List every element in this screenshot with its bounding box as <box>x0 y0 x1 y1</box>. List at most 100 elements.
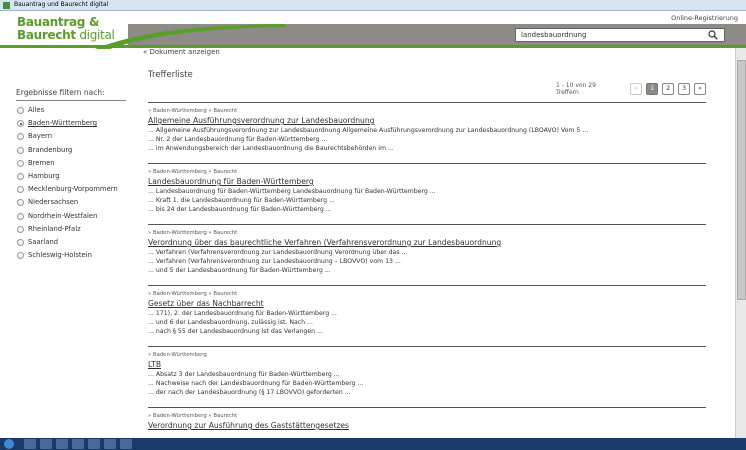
breadcrumb-item[interactable]: Baurecht <box>213 230 237 236</box>
taskbar-app-icon[interactable] <box>40 439 52 449</box>
search-input[interactable] <box>516 29 696 41</box>
radio-button[interactable] <box>17 159 24 167</box>
last-page-button[interactable]: » <box>694 82 707 95</box>
app-icon <box>3 2 10 9</box>
taskbar-app-icon[interactable] <box>24 439 36 449</box>
breadcrumb-item[interactable]: Baden-Württemberg <box>153 108 207 114</box>
filter-option-label: Brandenburg <box>28 145 73 154</box>
breadcrumb-item[interactable]: Baurecht <box>213 413 237 419</box>
radio-button[interactable] <box>17 186 24 194</box>
breadcrumb-item[interactable]: Baden-Württemberg <box>153 352 207 358</box>
result-snippet: ... Kraft 1. die Landesbauordnung für Ba… <box>148 197 335 204</box>
result-snippet: ... Nr. 2 der Landesbauordnung für Baden… <box>148 136 328 143</box>
breadcrumb-item[interactable]: Baurecht <box>213 291 237 297</box>
filter-option[interactable]: Bayern <box>16 131 126 144</box>
result-snippet: ... Allgemeine Ausführungsverordnung zur… <box>148 127 589 134</box>
show-document-link[interactable]: « Dokument anzeigen <box>143 48 220 56</box>
result-list: » Baden-Württemberg » Baurecht Allgemeine… <box>148 102 706 450</box>
radio-button[interactable] <box>17 238 24 246</box>
page-2-button[interactable]: 2 <box>662 82 675 95</box>
filter-option-label: Bremen <box>28 158 55 167</box>
result-snippet: ... Absatz 3 der Landesbauordnung für Ba… <box>148 371 340 378</box>
main-content: Trefferliste 1 - 10 von 29 Treffern « 1 … <box>148 70 707 430</box>
filter-option-label: Nordrhein-Westfalen <box>28 211 98 220</box>
filter-option-label: Hamburg <box>28 171 60 180</box>
result-snippet: ... und 5 der Landesbauordnung für Baden… <box>148 267 331 274</box>
search-icon[interactable] <box>708 30 718 40</box>
taskbar-app-icon[interactable] <box>88 439 100 449</box>
result-breadcrumb: » Baden-Württemberg » Baurecht <box>148 108 706 115</box>
radio-button[interactable] <box>17 120 24 128</box>
radio-button[interactable] <box>17 107 24 114</box>
radio-button[interactable] <box>17 146 24 154</box>
result-snippet: ... Landesbauordnung für Baden-Württembe… <box>148 188 436 195</box>
result-snippet: ... der nach der Landesbauordnung (§ 17 … <box>148 389 351 396</box>
result-item: » Baden-Württemberg » Baurecht Gesetz übe… <box>148 285 706 346</box>
filter-option[interactable]: Mecklenburg-Vorpommern <box>16 184 126 197</box>
radio-button[interactable] <box>17 133 24 141</box>
breadcrumb-item[interactable]: Baurecht <box>213 108 237 114</box>
logo-text-line2[interactable]: Baurecht digital <box>17 28 115 42</box>
result-title-link[interactable]: LTB <box>148 360 706 370</box>
result-snippet: ... Nachweise nach der Landesbauordnung … <box>148 380 364 387</box>
logo-text-line1[interactable]: Bauantrag & <box>17 15 99 29</box>
breadcrumb-item[interactable]: Baurecht <box>213 169 237 175</box>
filter-option[interactable]: Niedersachsen <box>16 197 126 210</box>
result-title-link[interactable]: Allgemeine Ausführungsverordnung zur Lan… <box>148 116 706 126</box>
page-3-button[interactable]: 3 <box>678 82 691 95</box>
result-snippet: ... im Anwendungsbereich der Landesbauor… <box>148 145 394 152</box>
result-item: » Baden-Württemberg » Baurecht Landesbauo… <box>148 163 706 224</box>
filter-option-label: Alles <box>28 106 45 114</box>
online-registration-link[interactable]: Online-Registrierung <box>671 14 738 22</box>
result-title-link[interactable]: Verordnung zur Ausführung des Gaststätte… <box>148 421 706 431</box>
breadcrumb-item[interactable]: Baden-Württemberg <box>153 291 207 297</box>
filter-option[interactable]: Bremen <box>16 158 126 171</box>
taskbar-app-icon[interactable] <box>56 439 68 449</box>
filter-option[interactable]: Saarland <box>16 237 126 250</box>
result-breadcrumb: » Baden-Württemberg » Baurecht <box>148 413 706 420</box>
result-title-link[interactable]: Gesetz über das Nachbarrecht <box>148 299 706 309</box>
result-breadcrumb: » Baden-Württemberg » Baurecht <box>148 230 706 237</box>
breadcrumb-item[interactable]: Baden-Württemberg <box>153 169 207 175</box>
result-title-link[interactable]: Verordnung über das baurechtliche Verfah… <box>148 238 706 248</box>
filter-option-label: Niedersachsen <box>28 198 79 207</box>
result-item: » Baden-Württemberg » Baurecht Allgemeine… <box>148 102 706 163</box>
result-title-link[interactable]: Landesbauordnung für Baden-Württemberg <box>148 177 706 187</box>
search-box <box>515 28 725 42</box>
filter-option-label: Bayern <box>28 132 53 141</box>
scrollbar[interactable] <box>735 48 746 438</box>
filter-option[interactable]: Brandenburg <box>16 145 126 158</box>
window-title: Bauantrag und Baurecht digital <box>14 1 109 8</box>
result-breadcrumb: » Baden-Württemberg » Baurecht <box>148 291 706 298</box>
result-snippet: ... 171), 2. der Landesbauordnung für Ba… <box>148 310 338 317</box>
result-snippet: ... Verfahren (Verfahrensverordnung zur … <box>148 258 401 265</box>
taskbar-app-icon[interactable] <box>72 439 84 449</box>
page-1-button[interactable]: 1 <box>646 82 659 95</box>
filter-title: Ergebnisse filtern nach: <box>16 88 126 101</box>
filter-option-label: Baden-Württemberg <box>28 119 98 128</box>
result-snippet: ... und 6 der Landesbauordnung, zulässig… <box>148 319 313 326</box>
radio-button[interactable] <box>17 225 24 233</box>
filter-option[interactable]: Nordrhein-Westfalen <box>16 211 126 224</box>
filter-option[interactable]: Baden-Württemberg <box>16 118 126 131</box>
result-count: 1 - 10 von 29 Treffern <box>556 81 596 96</box>
first-page-button[interactable]: « <box>630 82 643 95</box>
radio-button[interactable] <box>17 172 24 180</box>
radio-button[interactable] <box>17 199 24 207</box>
result-breadcrumb: » Baden-Württemberg <box>148 352 706 359</box>
result-item: » Baden-Württemberg » Baurecht Verordnung… <box>148 224 706 285</box>
taskbar-app-icon[interactable] <box>120 439 132 449</box>
filter-option[interactable]: Hamburg <box>16 171 126 184</box>
filter-option[interactable]: Rheinland-Pfalz <box>16 224 126 237</box>
radio-button[interactable] <box>17 212 24 220</box>
filter-option[interactable]: Alles <box>16 105 126 118</box>
breadcrumb-item[interactable]: Baden-Württemberg <box>153 230 207 236</box>
window-titlebar: Bauantrag und Baurecht digital <box>0 0 746 11</box>
taskbar-app-icon[interactable] <box>104 439 116 449</box>
start-button[interactable] <box>4 439 14 449</box>
filter-option-label: Rheinland-Pfalz <box>28 224 81 233</box>
filter-option[interactable]: Schleswig-Holstein <box>16 250 126 263</box>
scrollbar-thumb[interactable] <box>737 60 746 300</box>
breadcrumb-item[interactable]: Baden-Württemberg <box>153 413 207 419</box>
radio-button[interactable] <box>17 252 24 260</box>
